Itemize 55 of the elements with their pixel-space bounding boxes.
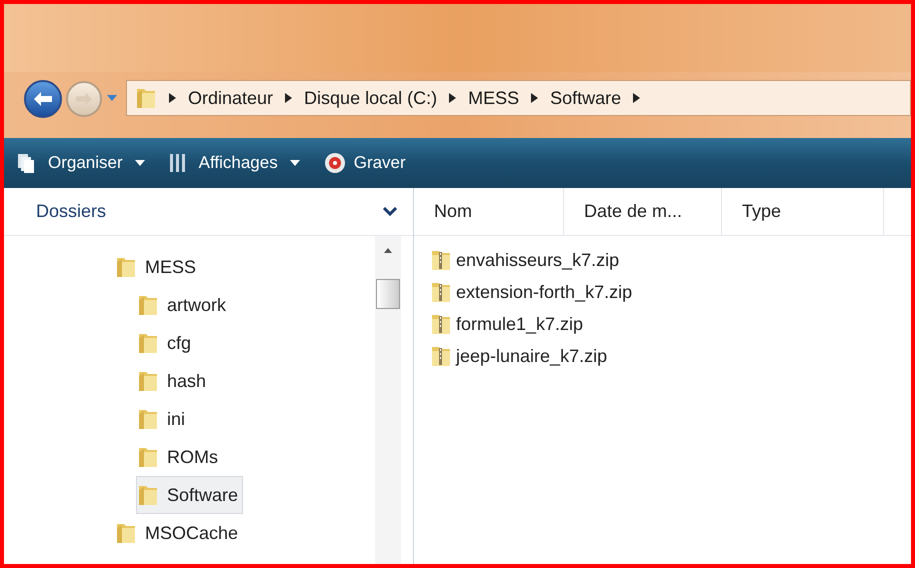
breadcrumb-item[interactable]: Software (550, 84, 622, 112)
folder-icon (137, 369, 159, 393)
toolbar-button[interactable]: Affichages (168, 150, 300, 176)
back-arrow-icon (33, 91, 53, 107)
toolbar-button[interactable]: Organiser (16, 150, 145, 176)
tree-item[interactable]: hash (136, 362, 212, 400)
grid-view-icon (168, 152, 187, 174)
caret-icon (134, 160, 145, 166)
folder-icon (115, 255, 137, 279)
caret-icon (290, 160, 300, 166)
tree-item[interactable]: MESS (114, 248, 202, 286)
zip-folder-icon (430, 344, 452, 368)
toolbar-button[interactable]: Graver (324, 150, 406, 176)
breadcrumb-item[interactable]: Ordinateur (188, 84, 274, 112)
column-header[interactable]: Type (722, 188, 884, 235)
tree-item[interactable]: MSOCache (114, 514, 244, 552)
file-item[interactable]: jeep-lunaire_k7.zip (430, 340, 608, 372)
forward-arrow-icon (75, 92, 93, 106)
breadcrumb-arrow-icon[interactable] (285, 93, 292, 103)
folder-icon (137, 445, 159, 469)
file-item[interactable]: extension-forth_k7.zip (430, 276, 632, 308)
breadcrumb-arrow-icon[interactable] (531, 93, 538, 103)
zip-folder-icon (430, 312, 452, 336)
breadcrumb-item[interactable]: Disque local (C:) (304, 84, 438, 112)
collapse-chevron-icon[interactable] (383, 206, 397, 216)
address-bar[interactable]: Ordinateur Disque local (C:) MESS Software (126, 80, 911, 116)
folder-icon (137, 407, 159, 431)
tree-item[interactable]: ini (136, 400, 190, 438)
scroll-up-icon[interactable] (384, 248, 392, 253)
tree-item[interactable]: Software (136, 476, 244, 514)
folder-icon (115, 521, 137, 545)
column-header[interactable]: Nom (414, 188, 564, 235)
zip-folder-icon (430, 280, 452, 304)
breadcrumb-arrow-icon[interactable] (449, 93, 456, 103)
disc-icon (324, 152, 346, 174)
pages-icon (16, 152, 36, 174)
file-item[interactable]: envahisseurs_k7.zip (430, 244, 620, 276)
folder-icon (137, 293, 159, 317)
scroll-thumb[interactable] (376, 279, 400, 309)
breadcrumb-item[interactable]: MESS (468, 84, 520, 112)
tree-item[interactable]: ROMs (136, 438, 223, 476)
file-item[interactable]: formule1_k7.zip (430, 308, 584, 340)
tree-item[interactable]: artwork (136, 286, 232, 324)
caret-icon (107, 95, 117, 101)
pane-title: Dossiers (36, 200, 106, 223)
folder-icon (135, 86, 157, 110)
zip-folder-icon (430, 248, 452, 272)
column-header[interactable]: Date de m... (564, 188, 722, 235)
back-button[interactable] (24, 80, 62, 118)
breadcrumb-arrow-icon[interactable] (633, 93, 640, 103)
tree-item[interactable]: cfg (136, 324, 196, 362)
folder-icon (137, 331, 159, 355)
breadcrumb-arrow-icon[interactable] (169, 93, 176, 103)
folder-icon (137, 483, 159, 507)
scrollbar[interactable] (375, 236, 401, 564)
